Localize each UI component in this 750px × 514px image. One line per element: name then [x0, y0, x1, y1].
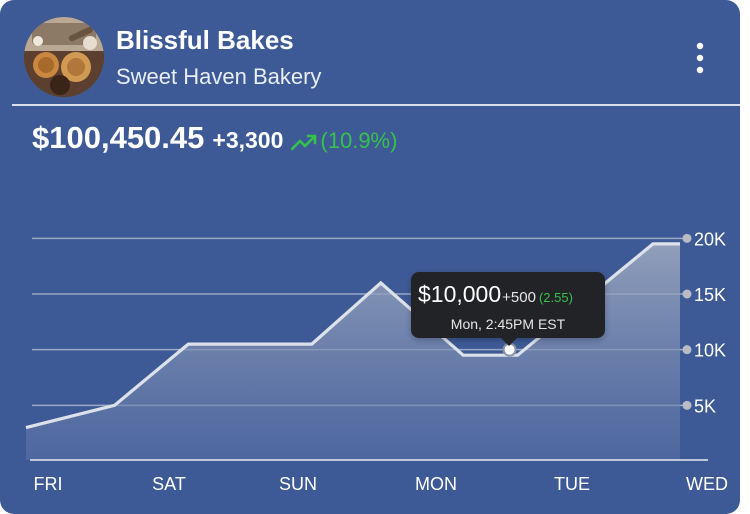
x-tick-label: MON — [415, 474, 457, 494]
tick-marker — [682, 233, 692, 243]
x-tick-label: TUE — [554, 474, 590, 494]
sales-area-chart: 20K 15K 10K 5K FRI SAT SUN MON TUE WED — [25, 229, 728, 494]
tick-marker — [682, 400, 692, 410]
hover-tooltip: $10,000 +500 (2.55) Mon, 2:45PM EST — [411, 272, 605, 346]
tooltip-percent: (2.55) — [538, 290, 573, 305]
y-tick-label: 10K — [694, 341, 726, 361]
sales-card: Blissful Bakes Sweet Haven Bakery $100,4… — [0, 0, 740, 514]
x-tick-label: SAT — [152, 474, 186, 494]
y-tick-label: 20K — [694, 229, 726, 249]
y-tick-label: 5K — [694, 396, 716, 416]
y-tick-label: 15K — [694, 285, 726, 305]
tooltip-delta: +500 — [502, 289, 536, 306]
x-tick-label: SUN — [279, 474, 317, 494]
x-tick-label: WED — [686, 474, 728, 494]
tooltip-time: Mon, 2:45PM EST — [450, 316, 566, 332]
tick-marker — [682, 289, 692, 299]
x-tick-label: FRI — [34, 474, 63, 494]
tooltip-value: $10,000 — [418, 281, 502, 307]
tick-marker — [682, 345, 692, 355]
